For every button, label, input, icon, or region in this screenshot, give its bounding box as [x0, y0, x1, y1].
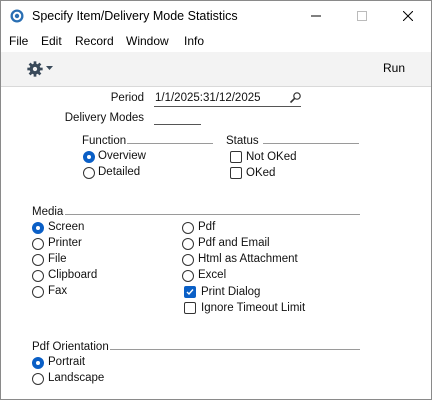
- status-divider: [263, 143, 359, 144]
- ignore-timeout-checkbox[interactable]: [184, 302, 196, 314]
- media-html-attachment-radio[interactable]: [182, 254, 194, 266]
- toolbar: Run: [1, 52, 431, 87]
- media-clipboard-radio[interactable]: [32, 270, 44, 282]
- pdf-orientation-label: Pdf Orientation: [32, 341, 109, 353]
- function-label: Function: [82, 135, 127, 147]
- orientation-landscape-label: Landscape: [48, 372, 105, 384]
- menu-edit[interactable]: Edit: [41, 34, 62, 48]
- title-bar: Specify Item/Delivery Mode Statistics: [1, 1, 431, 32]
- media-fax-label: Fax: [48, 285, 68, 297]
- media-clipboard-label: Clipboard: [48, 269, 98, 281]
- media-pdf-email-label: Pdf and Email: [198, 237, 270, 249]
- function-divider: [127, 143, 213, 144]
- period-field[interactable]: 1/1/2025:31/12/2025: [155, 92, 261, 104]
- function-detailed-label: Detailed: [98, 166, 141, 178]
- status-oked-label: OKed: [246, 167, 276, 179]
- minimize-icon: [311, 15, 321, 17]
- period-label: Period: [110, 92, 144, 104]
- pdf-orientation-divider: [110, 349, 360, 350]
- media-file-label: File: [48, 253, 67, 265]
- maximize-button[interactable]: [339, 1, 385, 32]
- media-label: Media: [32, 206, 64, 218]
- close-icon: [403, 11, 413, 21]
- function-detailed-radio[interactable]: [83, 167, 95, 179]
- period-underline: [154, 106, 301, 107]
- media-excel-label: Excel: [198, 269, 227, 281]
- run-button[interactable]: Run: [383, 61, 405, 75]
- status-oked-checkbox[interactable]: [230, 167, 242, 179]
- checkmark-icon: [186, 289, 194, 296]
- gear-icon[interactable]: [25, 60, 45, 78]
- menu-file[interactable]: File: [9, 34, 28, 48]
- orientation-landscape-radio[interactable]: [32, 373, 44, 385]
- app-icon: [10, 9, 24, 23]
- media-pdf-label: Pdf: [198, 221, 216, 233]
- ignore-timeout-label: Ignore Timeout Limit: [201, 302, 306, 314]
- menu-bar: File Edit Record Window Info: [1, 32, 431, 52]
- media-html-attachment-label: Html as Attachment: [198, 253, 298, 265]
- media-file-radio[interactable]: [32, 254, 44, 266]
- orientation-portrait-radio[interactable]: [32, 357, 44, 369]
- menu-info[interactable]: Info: [184, 34, 204, 48]
- menu-record[interactable]: Record: [75, 34, 114, 48]
- maximize-icon: [357, 11, 367, 21]
- chevron-down-icon[interactable]: [46, 66, 53, 71]
- orientation-portrait-label: Portrait: [48, 356, 86, 368]
- print-dialog-checkbox[interactable]: [184, 286, 196, 298]
- media-excel-radio[interactable]: [182, 270, 194, 282]
- function-overview-label: Overview: [98, 150, 146, 162]
- media-printer-label: Printer: [48, 237, 82, 249]
- media-screen-label: Screen: [48, 221, 85, 233]
- minimize-button[interactable]: [293, 1, 339, 32]
- status-not-oked-checkbox[interactable]: [230, 151, 242, 163]
- status-not-oked-label: Not OKed: [246, 151, 297, 163]
- media-divider: [65, 214, 360, 215]
- close-button[interactable]: [385, 1, 431, 32]
- print-dialog-label: Print Dialog: [201, 286, 261, 298]
- window-title: Specify Item/Delivery Mode Statistics: [32, 9, 238, 23]
- delivery-modes-underline: [154, 124, 201, 125]
- media-printer-radio[interactable]: [32, 238, 44, 250]
- search-icon[interactable]: [289, 91, 302, 104]
- status-label: Status: [226, 135, 259, 147]
- menu-window[interactable]: Window: [126, 34, 169, 48]
- media-pdf-radio[interactable]: [182, 222, 194, 234]
- media-screen-radio[interactable]: [32, 222, 44, 234]
- media-pdf-email-radio[interactable]: [182, 238, 194, 250]
- media-fax-radio[interactable]: [32, 286, 44, 298]
- dialog-window: Specify Item/Delivery Mode Statistics Fi…: [0, 0, 432, 400]
- form-area: Period 1/1/2025:31/12/2025 Delivery Mode…: [1, 87, 431, 399]
- function-overview-radio[interactable]: [83, 151, 95, 163]
- delivery-modes-label: Delivery Modes: [64, 112, 144, 124]
